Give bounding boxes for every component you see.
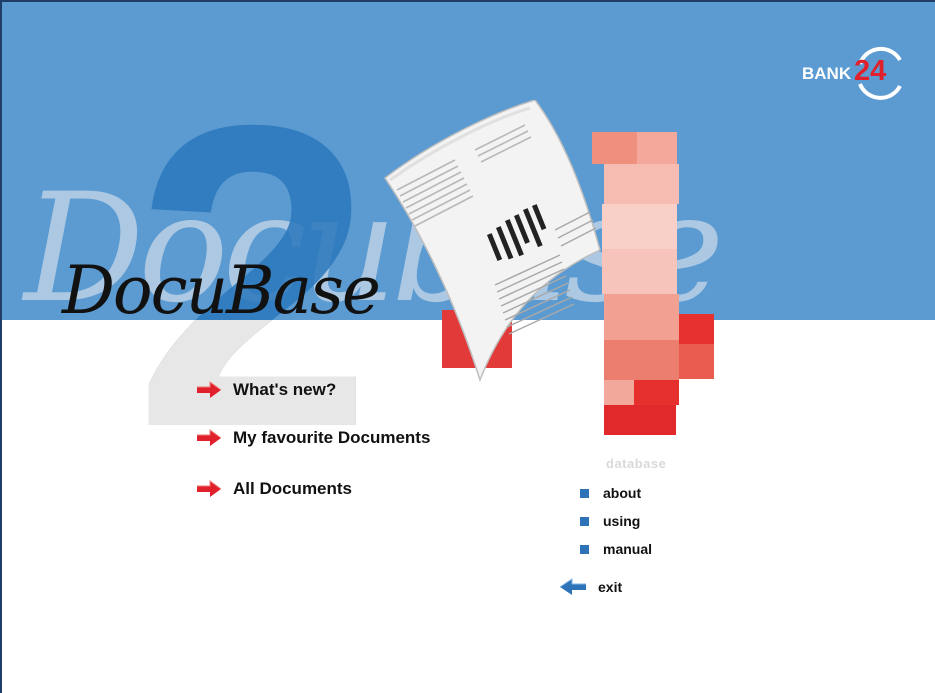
app-window: Docubase 2 2 [0, 0, 935, 693]
square-bullet-icon [580, 488, 589, 498]
database-item-using[interactable]: using [580, 513, 640, 529]
database-item-label: manual [603, 541, 653, 557]
document-illustration [383, 100, 601, 383]
menu-item-label: My favourite Documents [233, 428, 431, 447]
left-arrow-icon [559, 578, 586, 595]
menu-item-whats-new[interactable]: What's new? [195, 380, 336, 400]
database-item-about[interactable]: about [580, 485, 641, 501]
exit-label: exit [598, 579, 623, 595]
logo-prefix: BANK [802, 64, 852, 83]
menu-item-all-documents[interactable]: All Documents [195, 479, 352, 499]
square-bullet-icon [580, 544, 589, 554]
menu-item-label: What's new? [233, 380, 337, 399]
exit-button[interactable]: exit [558, 577, 622, 597]
database-section-label: database [606, 456, 667, 471]
bank24-logo: BANK 24 [802, 42, 912, 102]
database-item-manual[interactable]: manual [580, 541, 652, 557]
square-bullet-icon [580, 516, 589, 526]
docubase-title: DocuBase [62, 252, 381, 329]
right-arrow-icon [197, 381, 222, 398]
right-arrow-icon [197, 480, 222, 497]
logo-number: 24 [854, 55, 887, 87]
database-item-label: about [603, 485, 642, 501]
menu-item-favourite-documents[interactable]: My favourite Documents [195, 428, 430, 448]
menu-item-label: All Documents [233, 479, 353, 498]
database-item-label: using [603, 513, 641, 529]
right-arrow-icon [197, 429, 222, 446]
